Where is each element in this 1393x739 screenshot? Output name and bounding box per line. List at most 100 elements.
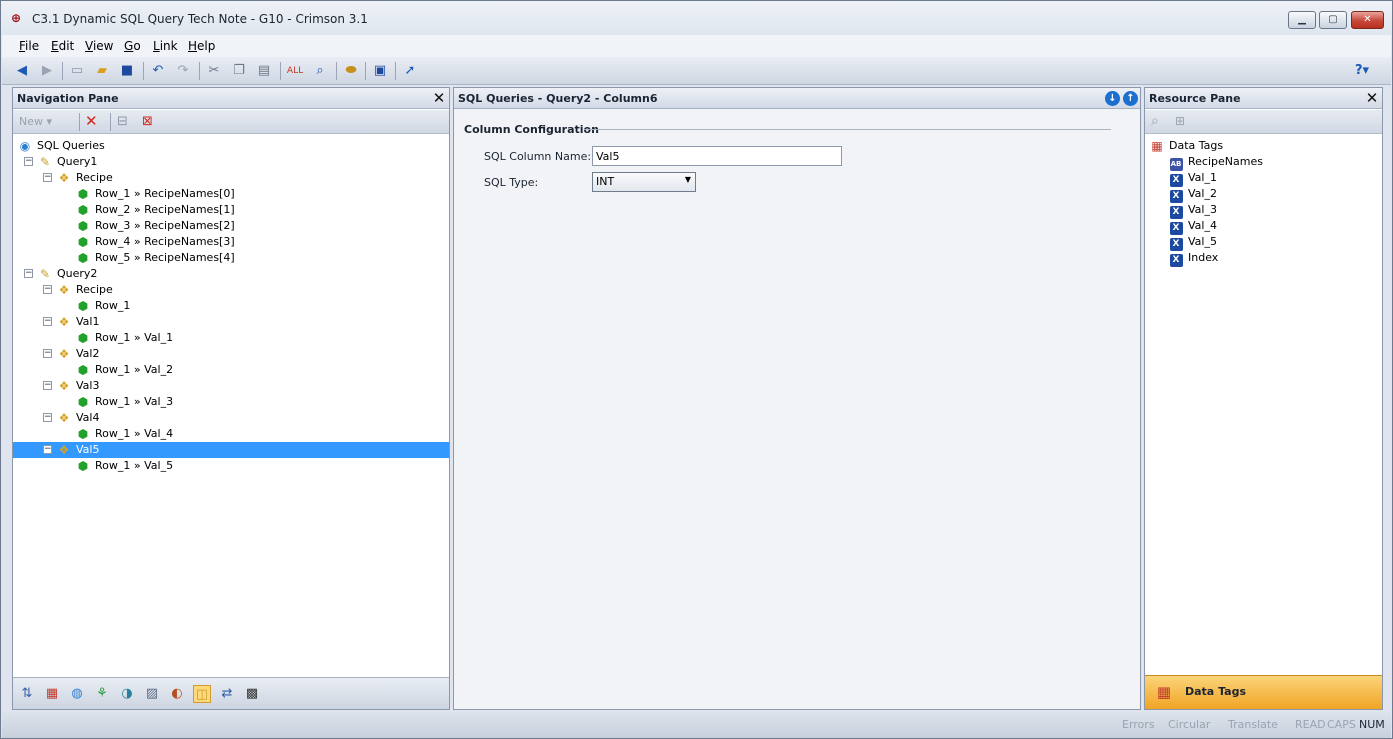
resource-tree-item[interactable]: X Index (1145, 250, 1382, 267)
cut-icon[interactable]: ✂ (205, 62, 223, 80)
resource-tree-item[interactable]: ▦ Data Tags (1145, 138, 1382, 154)
sql-type-dropdown[interactable]: INT ▼ (592, 172, 696, 192)
copy-icon[interactable]: ❐ (230, 62, 248, 80)
monitor-icon[interactable]: ▣ (371, 62, 389, 80)
sql-sync-icon[interactable]: ⇄ (218, 685, 236, 703)
undo-icon[interactable]: ↶ (149, 62, 167, 80)
programs-icon[interactable]: ⚘ (93, 685, 111, 703)
tree-item[interactable]: ⬢ Row_1 » Val_2 (13, 362, 449, 378)
tree-item-label: Row_1 » Val_5 (95, 459, 174, 472)
data-tags-category-button[interactable]: ▦ Data Tags (1145, 675, 1382, 709)
tree-item[interactable]: ⬢ Row_1 » Val_4 (13, 426, 449, 442)
tree-item[interactable]: ◉ SQL Queries (13, 138, 449, 154)
next-item-icon[interactable]: ↓ (1105, 91, 1120, 106)
tree-item[interactable]: − ✎ Query1 (13, 154, 449, 170)
close-icon[interactable]: ✕ (431, 90, 447, 106)
previous-item-icon[interactable]: ↑ (1123, 91, 1138, 106)
close-icon[interactable]: ✕ (1364, 90, 1380, 106)
string-tag-icon: AB (1168, 154, 1184, 171)
help-icon[interactable]: ?▾ (1355, 62, 1379, 80)
tree-item[interactable]: − ❖ Recipe (13, 282, 449, 298)
delete-icon[interactable]: ✕ (85, 112, 98, 130)
resource-tree-item[interactable]: X Val_4 (1145, 218, 1382, 235)
menu-edit[interactable]: Edit (51, 39, 74, 53)
sql-queries-icon[interactable]: ◫ (193, 685, 211, 703)
tree-item[interactable]: − ❖ Val4 (13, 410, 449, 426)
resource-tree-item[interactable]: X Val_2 (1145, 186, 1382, 203)
close-window-button[interactable]: ✕ (1351, 11, 1384, 29)
collapse-toggle[interactable]: − (24, 157, 33, 166)
column-icon: ❖ (58, 443, 70, 457)
maximize-button[interactable]: ▢ (1319, 11, 1347, 29)
resource-tree-item[interactable]: X Val_3 (1145, 202, 1382, 219)
column-icon: ❖ (58, 171, 70, 185)
control-icon[interactable]: ▩ (243, 685, 261, 703)
tree-item[interactable]: ⬢ Row_1 » RecipeNames[0] (13, 186, 449, 202)
main-toolbar: ◀ ▶ ▭ ▰ ■ ↶ ↷ ✂ ❐ ▤ ALL ⌕ ⬬ ▣ ➚ ?▾ (2, 57, 1391, 85)
display-pages-icon[interactable]: ◍ (68, 685, 86, 703)
tree-item[interactable]: ⬢ Row_3 » RecipeNames[2] (13, 218, 449, 234)
data-logger-icon[interactable]: ▨ (143, 685, 161, 703)
resource-tree-item[interactable]: X Val_5 (1145, 234, 1382, 251)
collapse-toggle[interactable]: − (43, 349, 52, 358)
tree-item[interactable]: ⬢ Row_1 » Val_1 (13, 330, 449, 346)
save-icon[interactable]: ■ (118, 62, 136, 80)
tree-item[interactable]: ⬢ Row_4 » RecipeNames[3] (13, 234, 449, 250)
comms-icon[interactable]: ⇅ (18, 685, 36, 703)
new-button[interactable]: New ▾ (19, 115, 52, 128)
collapse-toggle[interactable]: − (43, 317, 52, 326)
tree-item[interactable]: − ❖ Recipe (13, 170, 449, 186)
status-indicator: NUM (1359, 718, 1385, 731)
tree-item[interactable]: ⬢ Row_1 (13, 298, 449, 314)
tree-item-label: Row_1 » Val_4 (95, 427, 174, 440)
new-file-icon[interactable]: ▭ (68, 62, 86, 80)
cube-icon: ⬢ (77, 363, 89, 377)
tree-item[interactable]: − ❖ Val3 (13, 378, 449, 394)
navigation-pane-header: Navigation Pane ✕ (13, 88, 449, 109)
menu-view[interactable]: View (85, 39, 113, 53)
collapse-toggle[interactable]: − (43, 381, 52, 390)
collapse-toggle[interactable]: − (24, 269, 33, 278)
column-name-input[interactable] (592, 146, 842, 166)
back-icon[interactable]: ◀ (13, 62, 31, 80)
menu-help[interactable]: Help (188, 39, 215, 53)
send-icon[interactable]: ➚ (401, 62, 419, 80)
paste-icon[interactable]: ▤ (255, 62, 273, 80)
find-all-icon[interactable]: ALL (286, 62, 304, 80)
collapse-icon[interactable]: ⊟ (117, 114, 128, 129)
redo-icon[interactable]: ↷ (174, 62, 192, 80)
tree-item[interactable]: − ❖ Val5 (13, 442, 449, 458)
tree-item[interactable]: ⬢ Row_2 » RecipeNames[1] (13, 202, 449, 218)
collapse-toggle[interactable]: − (43, 413, 52, 422)
resource-tree-item[interactable]: AB RecipeNames (1145, 154, 1382, 171)
link-icon[interactable]: ⬬ (342, 62, 360, 80)
tree-item[interactable]: − ❖ Val2 (13, 346, 449, 362)
minimize-button[interactable]: ▁ (1288, 11, 1316, 29)
collapse-toggle[interactable]: − (43, 173, 52, 182)
tree-item[interactable]: ⬢ Row_5 » RecipeNames[4] (13, 250, 449, 266)
menu-go[interactable]: Go (124, 39, 141, 53)
security-icon[interactable]: ◐ (168, 685, 186, 703)
tree-item[interactable]: ⬢ Row_1 » Val_5 (13, 458, 449, 474)
find-icon[interactable]: ⌕ (311, 62, 329, 80)
collapse-toggle[interactable]: − (43, 445, 52, 454)
resource-tree-item[interactable]: X Val_1 (1145, 170, 1382, 187)
data-tags-icon[interactable]: ▦ (43, 685, 61, 703)
search-icon[interactable]: ⌕ (1151, 113, 1159, 129)
delete-all-icon[interactable]: ⊠ (142, 114, 153, 129)
tree-item[interactable]: − ❖ Val1 (13, 314, 449, 330)
collapse-toggle[interactable]: − (43, 285, 52, 294)
tree-item-label: Val3 (76, 379, 100, 392)
tree-item[interactable]: − ✎ Query2 (13, 266, 449, 282)
tree-item-label: Row_4 » RecipeNames[3] (95, 235, 235, 248)
tree-view-icon[interactable]: ⊞ (1175, 114, 1185, 128)
resource-item-label: Data Tags (1169, 139, 1224, 152)
numeric-tag-icon: X (1168, 202, 1184, 219)
menu-link[interactable]: Link (153, 39, 178, 53)
menu-file[interactable]: File (19, 39, 39, 53)
cube-icon: ⬢ (77, 331, 89, 345)
tree-item[interactable]: ⬢ Row_1 » Val_3 (13, 394, 449, 410)
open-folder-icon[interactable]: ▰ (93, 62, 111, 80)
web-server-icon[interactable]: ◑ (118, 685, 136, 703)
forward-icon[interactable]: ▶ (38, 62, 56, 80)
